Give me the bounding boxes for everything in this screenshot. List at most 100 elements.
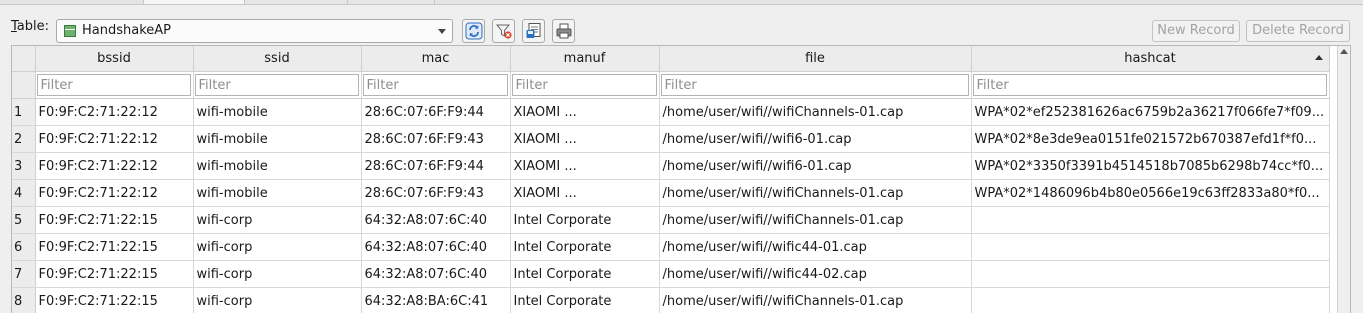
cell-bssid[interactable]: F0:9F:C2:71:22:15 — [35, 233, 194, 261]
cell-hashcat[interactable] — [971, 287, 1330, 313]
filter-input-file[interactable] — [660, 74, 969, 96]
cell-mac[interactable]: 64:32:A8:07:6C:40 — [361, 260, 511, 288]
cell-mac[interactable]: 28:6C:07:6F:F9:43 — [361, 179, 511, 207]
print-button[interactable] — [552, 19, 575, 43]
cell-file[interactable]: /home/user/wifi//wifi6-01.cap — [659, 125, 972, 153]
column-header-bssid[interactable]: bssid — [35, 46, 194, 72]
row-number[interactable]: 8 — [12, 287, 36, 313]
cell-mac[interactable]: 28:6C:07:6F:F9:44 — [361, 98, 511, 126]
table-row[interactable]: 1 F0:9F:C2:71:22:12 wifi-mobile 28:6C:07… — [12, 98, 1330, 126]
cell-ssid[interactable]: wifi-corp — [193, 206, 362, 234]
vertical-scrollbar[interactable] — [1337, 46, 1350, 313]
cell-manuf[interactable]: Intel Corporate — [510, 287, 660, 313]
cell-mac[interactable]: 64:32:A8:07:6C:40 — [361, 233, 511, 261]
cell-hashcat[interactable] — [971, 206, 1330, 234]
cell-manuf[interactable]: XIAOMI ... — [510, 125, 660, 153]
cell-file[interactable]: /home/user/wifi//wifiChannels-01.cap — [659, 287, 972, 313]
cell-hashcat[interactable]: WPA*02*8e3de9ea0151fe021572b670387efd1f*… — [971, 125, 1330, 153]
column-header-ssid[interactable]: ssid — [193, 46, 362, 72]
table-select[interactable]: HandshakeAP — [56, 19, 453, 43]
column-header-hashcat[interactable]: hashcat — [971, 46, 1330, 72]
tab-active[interactable] — [143, 0, 245, 4]
cell-hashcat[interactable] — [971, 233, 1330, 261]
cell-bssid[interactable]: F0:9F:C2:71:22:12 — [35, 98, 194, 126]
cell-manuf[interactable]: Intel Corporate — [510, 260, 660, 288]
cell-hashcat[interactable] — [971, 260, 1330, 288]
corner-header[interactable] — [12, 46, 36, 72]
chevron-down-icon — [438, 29, 446, 34]
cell-manuf[interactable]: XIAOMI ... — [510, 98, 660, 126]
cell-bssid[interactable]: F0:9F:C2:71:22:15 — [35, 260, 194, 288]
cell-manuf[interactable]: Intel Corporate — [510, 206, 660, 234]
clear-filters-button[interactable] — [492, 19, 515, 43]
tab-inactive[interactable] — [244, 0, 348, 4]
column-header-mac[interactable]: mac — [361, 46, 511, 72]
table-row[interactable]: 5 F0:9F:C2:71:22:15 wifi-corp 64:32:A8:0… — [12, 206, 1330, 234]
tab-inactive[interactable] — [347, 0, 435, 4]
row-number[interactable]: 5 — [12, 206, 36, 234]
save-table-button[interactable] — [522, 19, 545, 43]
cell-ssid[interactable]: wifi-mobile — [193, 98, 362, 126]
cell-bssid[interactable]: F0:9F:C2:71:22:12 — [35, 179, 194, 207]
cell-mac[interactable]: 64:32:A8:07:6C:40 — [361, 206, 511, 234]
column-header-label: hashcat — [1124, 51, 1176, 66]
data-grid: bssid ssid mac manuf file hashcat 1 F0:9… — [11, 45, 1351, 313]
cell-hashcat[interactable]: WPA*02*3350f3391b4514518b7085b6298b74cc*… — [971, 152, 1330, 180]
row-number[interactable]: 2 — [12, 125, 36, 153]
filter-row-header — [12, 71, 36, 99]
cell-ssid[interactable]: wifi-corp — [193, 287, 362, 313]
table-row[interactable]: 3 F0:9F:C2:71:22:12 wifi-mobile 28:6C:07… — [12, 152, 1330, 180]
cell-file[interactable]: /home/user/wifi//wific44-01.cap — [659, 233, 972, 261]
row-number[interactable]: 1 — [12, 98, 36, 126]
cell-manuf[interactable]: XIAOMI ... — [510, 152, 660, 180]
cell-file[interactable]: /home/user/wifi//wifiChannels-01.cap — [659, 206, 972, 234]
refresh-icon — [465, 22, 483, 40]
row-number[interactable]: 4 — [12, 179, 36, 207]
table-row[interactable]: 6 F0:9F:C2:71:22:15 wifi-corp 64:32:A8:0… — [12, 233, 1330, 261]
table-icon — [64, 25, 76, 37]
cell-file[interactable]: /home/user/wifi//wifiChannels-01.cap — [659, 179, 972, 207]
column-header-file[interactable]: file — [659, 46, 972, 72]
cell-bssid[interactable]: F0:9F:C2:71:22:12 — [35, 152, 194, 180]
cell-ssid[interactable]: wifi-mobile — [193, 152, 362, 180]
cell-manuf[interactable]: Intel Corporate — [510, 233, 660, 261]
table-label: Table: — [11, 19, 50, 34]
cell-manuf[interactable]: XIAOMI ... — [510, 179, 660, 207]
filter-input-mac[interactable] — [362, 74, 508, 96]
table-row[interactable]: 2 F0:9F:C2:71:22:12 wifi-mobile 28:6C:07… — [12, 125, 1330, 153]
cell-bssid[interactable]: F0:9F:C2:71:22:15 — [35, 206, 194, 234]
cell-ssid[interactable]: wifi-mobile — [193, 179, 362, 207]
cell-mac[interactable]: 64:32:A8:BA:6C:41 — [361, 287, 511, 313]
filter-input-hashcat[interactable] — [972, 74, 1327, 96]
clear-filters-icon — [495, 22, 513, 40]
delete-record-button[interactable]: Delete Record — [1246, 20, 1350, 42]
cell-file[interactable]: /home/user/wifi//wifiChannels-01.cap — [659, 98, 972, 126]
column-header-manuf[interactable]: manuf — [510, 46, 660, 72]
filter-row — [12, 71, 1330, 99]
row-number[interactable]: 7 — [12, 260, 36, 288]
new-record-button[interactable]: New Record — [1152, 20, 1240, 42]
cell-bssid[interactable]: F0:9F:C2:71:22:12 — [35, 125, 194, 153]
table-row[interactable]: 4 F0:9F:C2:71:22:12 wifi-mobile 28:6C:07… — [12, 179, 1330, 207]
cell-ssid[interactable]: wifi-corp — [193, 233, 362, 261]
table-row[interactable]: 8 F0:9F:C2:71:22:15 wifi-corp 64:32:A8:B… — [12, 287, 1330, 313]
row-number[interactable]: 6 — [12, 233, 36, 261]
sort-ascending-icon — [1314, 55, 1323, 60]
cell-mac[interactable]: 28:6C:07:6F:F9:44 — [361, 152, 511, 180]
table-row[interactable]: 7 F0:9F:C2:71:22:15 wifi-corp 64:32:A8:0… — [12, 260, 1330, 288]
cell-ssid[interactable]: wifi-corp — [193, 260, 362, 288]
filter-input-manuf[interactable] — [511, 74, 657, 96]
cell-bssid[interactable]: F0:9F:C2:71:22:15 — [35, 287, 194, 313]
filter-input-ssid[interactable] — [194, 74, 359, 96]
cell-ssid[interactable]: wifi-mobile — [193, 125, 362, 153]
cell-hashcat[interactable]: WPA*02*ef252381626ac6759b2a36217f066fe7*… — [971, 98, 1330, 126]
records-table: bssid ssid mac manuf file hashcat 1 F0:9… — [12, 46, 1330, 313]
filter-input-bssid[interactable] — [36, 74, 191, 96]
cell-hashcat[interactable]: WPA*02*1486096b4b80e0566e19c63ff2833a80*… — [971, 179, 1330, 207]
cell-mac[interactable]: 28:6C:07:6F:F9:43 — [361, 125, 511, 153]
scroll-up-icon[interactable] — [1340, 49, 1348, 54]
row-number[interactable]: 3 — [12, 152, 36, 180]
cell-file[interactable]: /home/user/wifi//wifi6-01.cap — [659, 152, 972, 180]
refresh-button[interactable] — [462, 19, 485, 43]
cell-file[interactable]: /home/user/wifi//wific44-02.cap — [659, 260, 972, 288]
